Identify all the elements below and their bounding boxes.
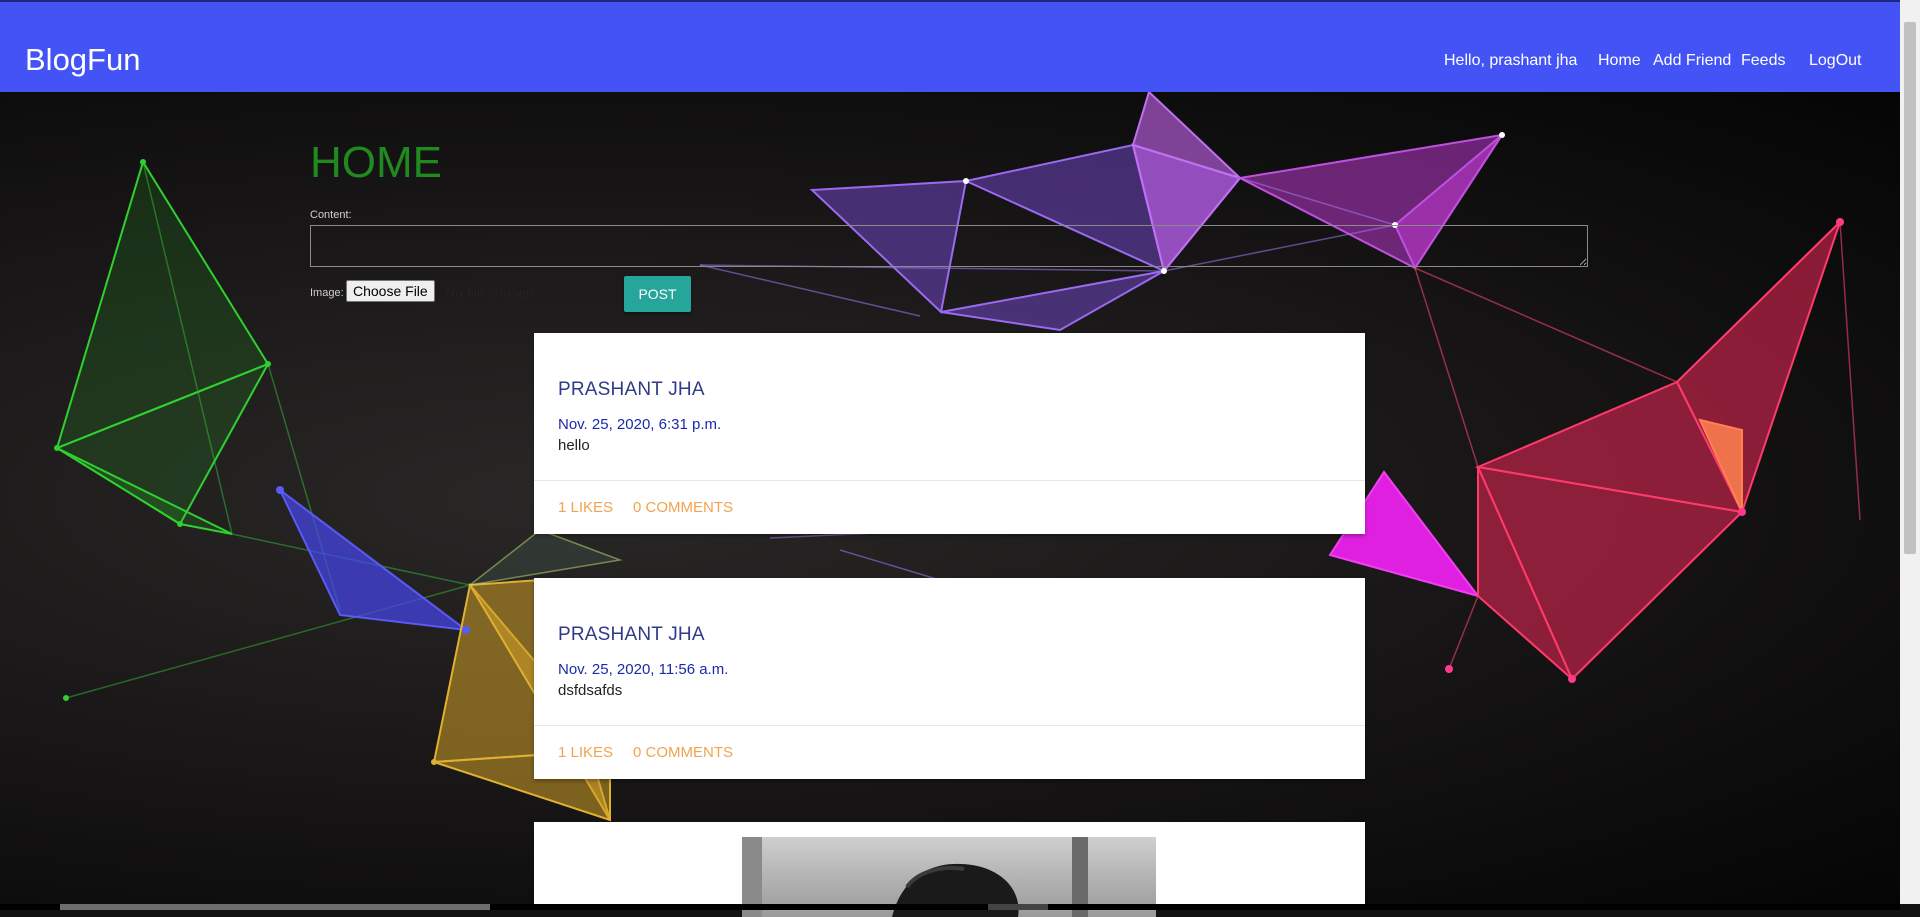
likes-link[interactable]: 1 LIKES [558,744,613,761]
vertical-scrollbar[interactable] [1900,0,1920,904]
nav-home[interactable]: Home [1598,52,1641,70]
choose-file-button[interactable]: Choose File [346,280,435,302]
brand-logo[interactable]: BlogFun [25,42,140,78]
comments-link[interactable]: 0 COMMENTS [633,744,733,761]
likes-link[interactable]: 1 LIKES [558,499,613,516]
horizontal-scrollbar[interactable] [0,904,1900,910]
content-label: Content: [310,209,352,221]
post-date: Nov. 25, 2020, 6:31 p.m. [558,416,722,433]
post-body: hello [558,437,590,454]
card-divider [534,725,1365,726]
vertical-scroll-thumb[interactable] [1904,22,1916,554]
user-greeting: Hello, prashant jha [1444,52,1578,69]
card-divider [534,480,1365,481]
nav-logout[interactable]: LogOut [1809,52,1861,70]
comments-link[interactable]: 0 COMMENTS [633,499,733,516]
post-date: Nov. 25, 2020, 11:56 a.m. [558,661,729,678]
horizontal-scroll-segment [988,904,1048,910]
post-author[interactable]: PRASHANT JHA [558,379,705,401]
post-body: dsfdsafds [558,682,623,699]
post-card: PRASHANT JHA Nov. 25, 2020, 11:56 a.m. d… [534,578,1365,779]
nav-add-friend[interactable]: Add Friend [1653,52,1731,70]
post-card: PRASHANT JHA Nov. 25, 2020, 6:31 p.m. he… [534,333,1365,534]
horizontal-scroll-thumb[interactable] [60,904,490,910]
no-file-chosen-text: No file chosen [445,284,534,300]
navbar: BlogFun Hello, prashant jha Home Add Fri… [0,2,1900,92]
post-button[interactable]: POST [624,276,691,312]
post-card-image [534,822,1365,917]
post-author[interactable]: PRASHANT JHA [558,624,705,646]
page-title: HOME [310,138,442,187]
nav-feeds[interactable]: Feeds [1741,52,1785,70]
image-label: Image: [310,287,344,299]
content-textarea[interactable] [310,225,1588,267]
